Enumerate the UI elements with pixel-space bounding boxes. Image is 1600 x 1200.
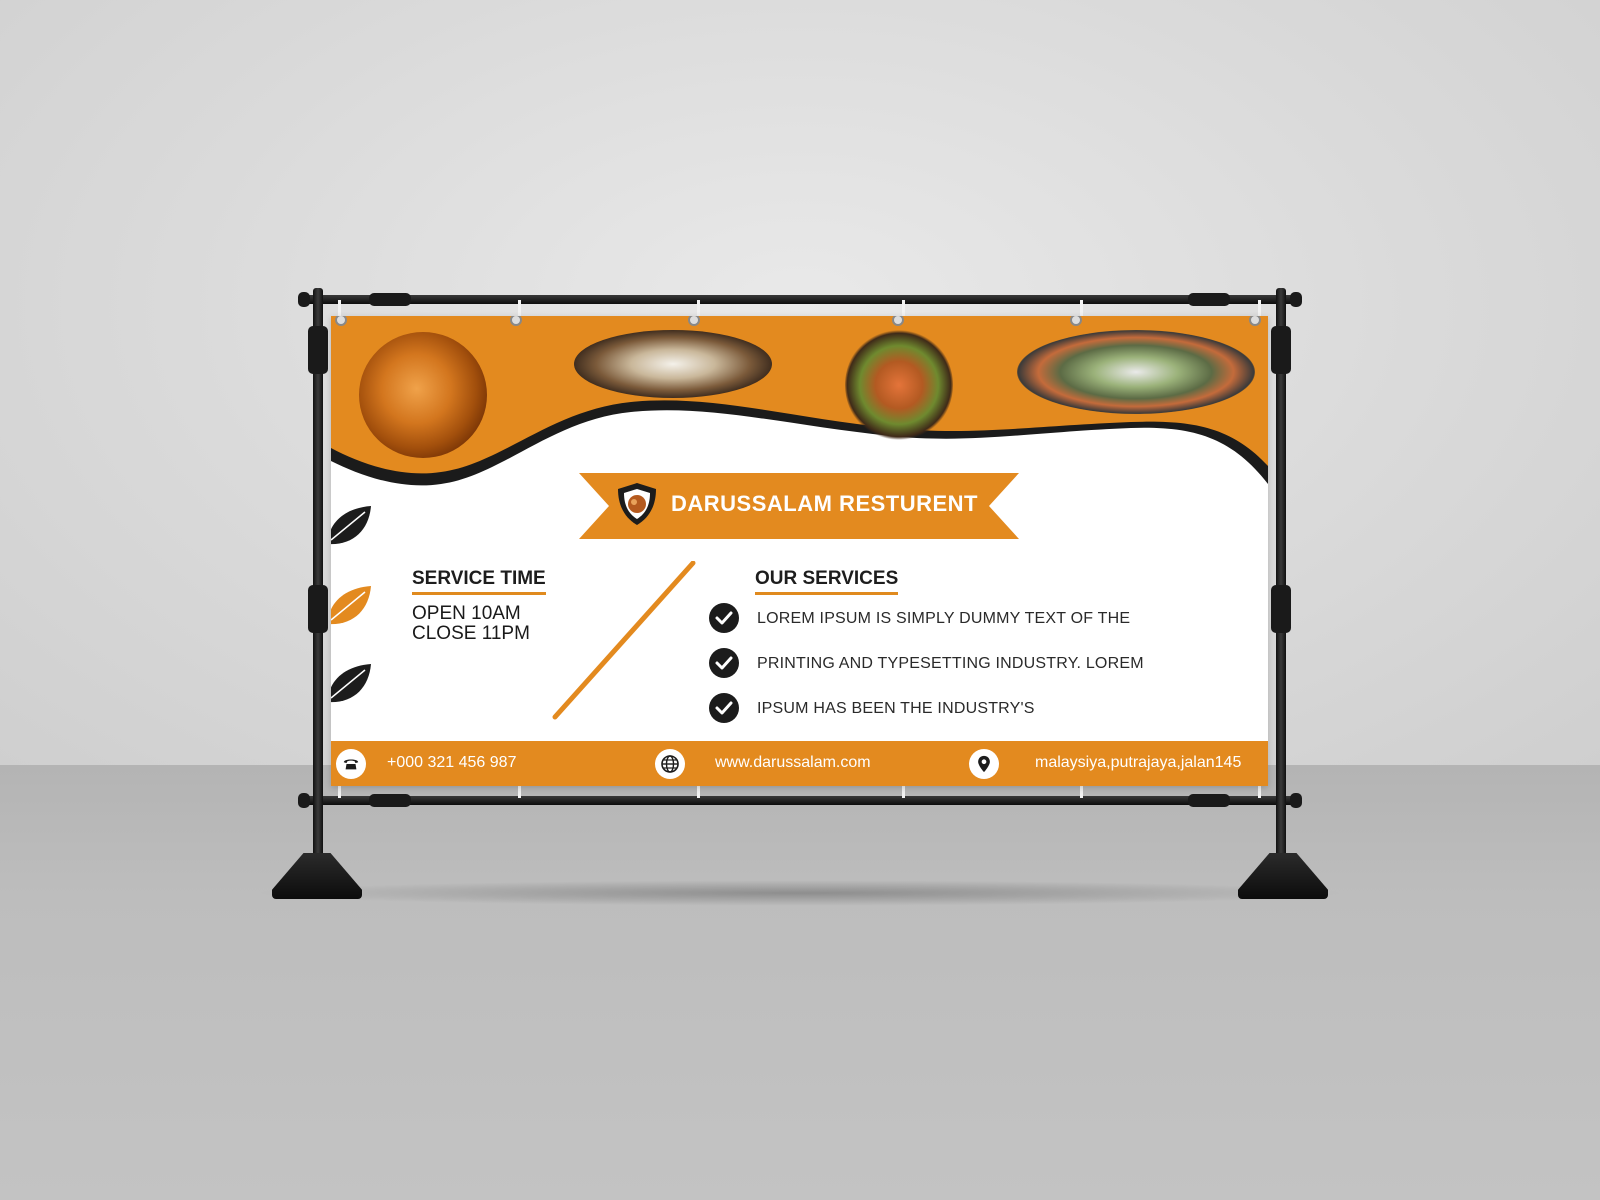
check-icon bbox=[709, 648, 739, 678]
service-hours: OPEN 10AM CLOSE 11PM bbox=[412, 604, 530, 644]
check-icon bbox=[709, 603, 739, 633]
address-text: malaysiya,putrajaya,jalan145 bbox=[1035, 754, 1242, 771]
diagonal-divider bbox=[552, 561, 696, 720]
stir-fried-noodles-image bbox=[845, 328, 953, 442]
shield-logo-icon bbox=[618, 483, 656, 525]
service-time-heading: SERVICE TIME bbox=[412, 568, 546, 595]
shared-dishes-table-image bbox=[1017, 330, 1255, 414]
website-link: www.darussalam.com bbox=[715, 754, 871, 771]
backdrop-floor bbox=[0, 765, 1600, 1200]
top-crossbar bbox=[298, 295, 1301, 304]
fried-chicken-image bbox=[359, 332, 487, 458]
open-time: OPEN 10AM bbox=[412, 603, 521, 624]
contact-footer: +000 321 456 987 www.darussalam.com mala… bbox=[331, 741, 1268, 786]
leaf-icon bbox=[331, 664, 371, 703]
bottom-crossbar bbox=[298, 796, 1301, 805]
globe-icon bbox=[655, 749, 685, 779]
check-icon bbox=[709, 693, 739, 723]
restaurant-banner: DARUSSALAM RESTURENT SERVICE TIME OPEN 1… bbox=[331, 316, 1268, 786]
restaurant-title: DARUSSALAM RESTURENT bbox=[671, 491, 978, 516]
close-time: CLOSE 11PM bbox=[412, 623, 530, 644]
phone-icon bbox=[336, 749, 366, 779]
dinner-table-spread-image bbox=[574, 330, 772, 398]
leaf-icon bbox=[331, 506, 371, 545]
floor-shadow bbox=[250, 880, 1350, 906]
location-pin-icon bbox=[969, 749, 999, 779]
service-item-text: PRINTING AND TYPESETTING INDUSTRY. LOREM bbox=[757, 655, 1144, 672]
service-item-text: IPSUM HAS BEEN THE INDUSTRY'S bbox=[757, 700, 1035, 717]
leaf-icon bbox=[331, 586, 371, 625]
service-item-text: LOREM IPSUM IS SIMPLY DUMMY TEXT OF THE bbox=[757, 610, 1131, 627]
our-services-heading: OUR SERVICES bbox=[755, 568, 899, 595]
phone-number: +000 321 456 987 bbox=[387, 754, 517, 771]
